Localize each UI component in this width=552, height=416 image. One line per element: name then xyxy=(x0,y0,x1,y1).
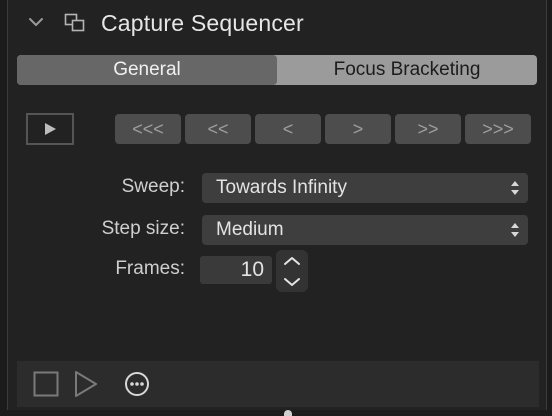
tab-general[interactable]: General xyxy=(17,55,277,85)
stepper-up-button[interactable] xyxy=(276,250,308,271)
chevron-down-icon[interactable] xyxy=(28,14,44,35)
resize-handle[interactable] xyxy=(284,410,292,416)
play-icon xyxy=(45,123,56,135)
step-back-2-button[interactable]: << xyxy=(185,114,251,144)
up-down-arrows-icon xyxy=(510,222,520,244)
play-icon[interactable] xyxy=(73,370,99,403)
frames-stepper xyxy=(276,250,308,292)
step-size-select[interactable]: Medium xyxy=(202,215,528,245)
tab-bar: General Focus Bracketing xyxy=(17,55,537,85)
footer-toolbar xyxy=(17,361,539,407)
layers-icon xyxy=(64,13,86,38)
sweep-label: Sweep: xyxy=(121,176,185,197)
more-icon[interactable] xyxy=(124,371,150,402)
chevron-up-icon xyxy=(284,256,300,265)
tab-focus-bracketing[interactable]: Focus Bracketing xyxy=(277,55,537,85)
step-buttons: <<< << < > >> >>> xyxy=(115,114,531,144)
step-forward-3-button[interactable]: >>> xyxy=(465,114,531,144)
frames-input[interactable]: 10 xyxy=(200,256,272,284)
up-down-arrows-icon xyxy=(510,180,520,202)
sweep-select[interactable]: Towards Infinity xyxy=(202,173,528,203)
play-button[interactable] xyxy=(26,113,74,145)
stop-icon[interactable] xyxy=(33,371,59,402)
frames-label: Frames: xyxy=(115,258,185,279)
step-size-label: Step size: xyxy=(101,218,185,239)
sweep-value: Towards Infinity xyxy=(216,177,347,198)
step-size-value: Medium xyxy=(216,219,284,240)
panel-title: Capture Sequencer xyxy=(101,10,304,36)
panel-header: Capture Sequencer xyxy=(8,0,546,48)
step-forward-2-button[interactable]: >> xyxy=(395,114,461,144)
capture-sequencer-panel: Capture Sequencer General Focus Bracketi… xyxy=(7,0,547,416)
step-forward-1-button[interactable]: > xyxy=(325,114,391,144)
step-back-1-button[interactable]: < xyxy=(255,114,321,144)
stepper-down-button[interactable] xyxy=(276,271,308,292)
step-back-3-button[interactable]: <<< xyxy=(115,114,181,144)
chevron-down-icon xyxy=(284,277,300,286)
